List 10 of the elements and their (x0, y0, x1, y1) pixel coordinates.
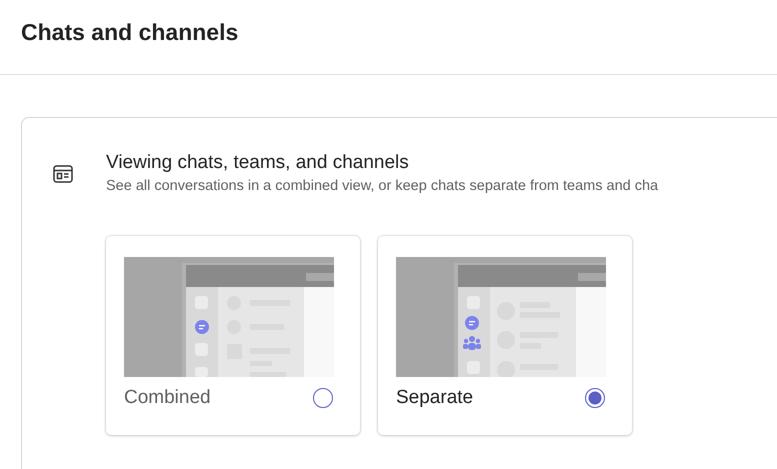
option-label: Combined (124, 387, 211, 409)
view-option-card[interactable]: Separate (378, 236, 632, 435)
view-option-card[interactable]: Combined (106, 236, 360, 435)
section-title: Viewing chats, teams, and channels (106, 151, 410, 175)
option-label: Separate (396, 387, 474, 409)
window-layout-icon (52, 163, 74, 185)
page-title: Chats and channels (21, 19, 240, 46)
radio-button[interactable] (585, 388, 605, 408)
radio-button[interactable] (313, 388, 333, 408)
section-description: See all conversations in a combined view, or keep chats separate from teams and cha (106, 177, 658, 196)
